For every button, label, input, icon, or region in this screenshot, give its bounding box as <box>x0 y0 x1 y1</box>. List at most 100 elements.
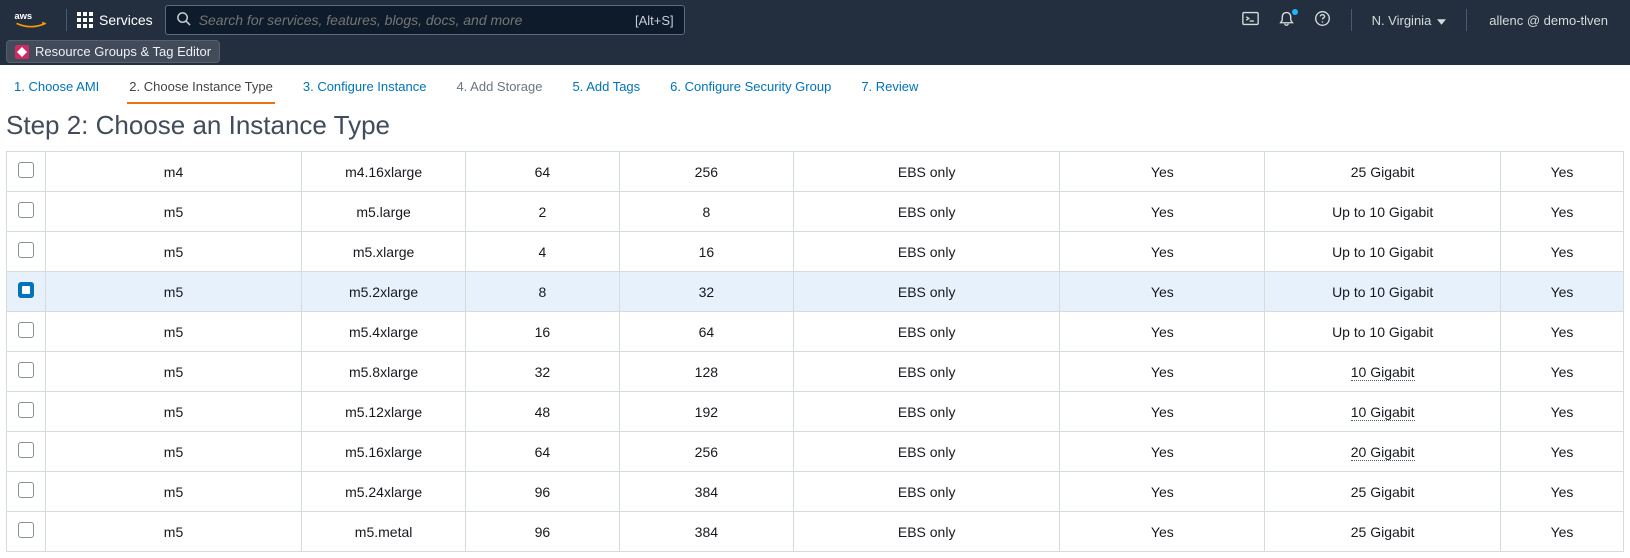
row-checkbox-cell <box>7 432 46 472</box>
cell-ebs-optimized: Yes <box>1060 232 1265 272</box>
row-checkbox[interactable] <box>18 522 34 538</box>
row-checkbox[interactable] <box>18 162 34 178</box>
network-perf-tooltip[interactable]: 10 Gigabit <box>1351 364 1415 381</box>
cloudshell-button[interactable] <box>1233 0 1269 40</box>
cell-storage: EBS only <box>793 312 1059 352</box>
aws-logo[interactable]: aws <box>14 10 48 30</box>
wizard-step-7[interactable]: 7. Review <box>859 73 920 104</box>
row-checkbox[interactable] <box>18 202 34 218</box>
grid-icon <box>77 12 93 28</box>
wizard-step-5[interactable]: 5. Add Tags <box>570 73 642 104</box>
wizard-step-3[interactable]: 3. Configure Instance <box>301 73 429 104</box>
table-row[interactable]: m5m5.24xlarge96384EBS onlyYes25 GigabitY… <box>7 472 1624 512</box>
cell-memory: 8 <box>619 192 793 232</box>
row-checkbox[interactable] <box>18 282 34 298</box>
cell-type: m5.16xlarge <box>302 432 466 472</box>
svg-text:aws: aws <box>14 11 32 22</box>
help-icon <box>1314 10 1331 30</box>
cell-type: m5.12xlarge <box>302 392 466 432</box>
wizard-step-1[interactable]: 1. Choose AMI <box>12 73 101 104</box>
table-row[interactable]: m5m5.large28EBS onlyYesUp to 10 GigabitY… <box>7 192 1624 232</box>
row-checkbox[interactable] <box>18 362 34 378</box>
cell-network: 25 Gigabit <box>1265 472 1501 512</box>
cell-storage: EBS only <box>793 392 1059 432</box>
sub-nav: Resource Groups & Tag Editor <box>0 40 1630 65</box>
cell-network: 25 Gigabit <box>1265 152 1501 192</box>
cell-network: Up to 10 Gigabit <box>1265 272 1501 312</box>
table-row[interactable]: m5m5.16xlarge64256EBS onlyYes20 GigabitY… <box>7 432 1624 472</box>
table-row[interactable]: m5m5.12xlarge48192EBS onlyYes10 GigabitY… <box>7 392 1624 432</box>
cell-vcpus: 2 <box>466 192 620 232</box>
cell-type: m5.2xlarge <box>302 272 466 312</box>
cell-ipv6: Yes <box>1500 392 1623 432</box>
table-row[interactable]: m5m5.metal96384EBS onlyYes25 GigabitYes <box>7 512 1624 552</box>
cell-network: 10 Gigabit <box>1265 392 1501 432</box>
cell-ebs-optimized: Yes <box>1060 472 1265 512</box>
cell-vcpus: 96 <box>466 472 620 512</box>
wizard-step-4: 4. Add Storage <box>454 73 544 104</box>
cell-ebs-optimized: Yes <box>1060 312 1265 352</box>
cell-vcpus: 8 <box>466 272 620 312</box>
cell-network: Up to 10 Gigabit <box>1265 232 1501 272</box>
cell-ebs-optimized: Yes <box>1060 352 1265 392</box>
row-checkbox-cell <box>7 512 46 552</box>
cell-vcpus: 4 <box>466 232 620 272</box>
notification-dot <box>1292 9 1298 15</box>
table-row[interactable]: m5m5.xlarge416EBS onlyYesUp to 10 Gigabi… <box>7 232 1624 272</box>
cell-memory: 384 <box>619 472 793 512</box>
user-label: allenc @ demo-tlven <box>1489 13 1608 28</box>
cell-vcpus: 64 <box>466 152 620 192</box>
help-button[interactable] <box>1305 0 1341 40</box>
cloudshell-icon <box>1242 10 1259 30</box>
cell-family: m5 <box>45 472 301 512</box>
cell-ebs-optimized: Yes <box>1060 192 1265 232</box>
nav-divider <box>1351 9 1352 31</box>
cell-type: m5.large <box>302 192 466 232</box>
row-checkbox[interactable] <box>18 242 34 258</box>
network-perf-tooltip[interactable]: 10 Gigabit <box>1351 404 1415 421</box>
cell-family: m5 <box>45 312 301 352</box>
search-shortcut: [Alt+S] <box>635 13 674 28</box>
cell-storage: EBS only <box>793 352 1059 392</box>
row-checkbox[interactable] <box>18 322 34 338</box>
nav-divider <box>66 9 67 31</box>
cell-type: m5.xlarge <box>302 232 466 272</box>
cell-memory: 256 <box>619 432 793 472</box>
row-checkbox[interactable] <box>18 442 34 458</box>
resource-groups-chip[interactable]: Resource Groups & Tag Editor <box>6 40 220 63</box>
account-menu[interactable]: allenc @ demo-tlven <box>1477 0 1620 40</box>
notifications-button[interactable] <box>1269 0 1305 40</box>
cell-ipv6: Yes <box>1500 272 1623 312</box>
services-menu[interactable]: Services <box>77 12 153 28</box>
search-input[interactable] <box>199 12 625 28</box>
wizard-step-6[interactable]: 6. Configure Security Group <box>668 73 833 104</box>
table-row[interactable]: m5m5.4xlarge1664EBS onlyYesUp to 10 Giga… <box>7 312 1624 352</box>
row-checkbox[interactable] <box>18 402 34 418</box>
cell-family: m5 <box>45 272 301 312</box>
cell-ipv6: Yes <box>1500 192 1623 232</box>
global-search[interactable]: [Alt+S] <box>165 5 685 35</box>
table-row[interactable]: m5m5.8xlarge32128EBS onlyYes10 GigabitYe… <box>7 352 1624 392</box>
cell-family: m5 <box>45 232 301 272</box>
row-checkbox-cell <box>7 352 46 392</box>
cell-storage: EBS only <box>793 232 1059 272</box>
row-checkbox-cell <box>7 272 46 312</box>
cell-type: m5.metal <box>302 512 466 552</box>
table-row[interactable]: m5m5.2xlarge832EBS onlyYesUp to 10 Gigab… <box>7 272 1624 312</box>
nav-divider <box>1466 9 1467 31</box>
cell-network: 10 Gigabit <box>1265 352 1501 392</box>
cell-ebs-optimized: Yes <box>1060 432 1265 472</box>
region-label: N. Virginia <box>1372 13 1432 28</box>
row-checkbox[interactable] <box>18 482 34 498</box>
table-row[interactable]: m4m4.16xlarge64256EBS onlyYes25 GigabitY… <box>7 152 1624 192</box>
cell-vcpus: 32 <box>466 352 620 392</box>
cell-network: Up to 10 Gigabit <box>1265 312 1501 352</box>
page-title: Step 2: Choose an Instance Type <box>0 104 1630 151</box>
cell-vcpus: 64 <box>466 432 620 472</box>
network-perf-tooltip[interactable]: 20 Gigabit <box>1351 444 1415 461</box>
region-selector[interactable]: N. Virginia <box>1362 0 1457 40</box>
cell-network: 25 Gigabit <box>1265 512 1501 552</box>
wizard-step-2[interactable]: 2. Choose Instance Type <box>127 73 275 104</box>
cell-memory: 256 <box>619 152 793 192</box>
row-checkbox-cell <box>7 472 46 512</box>
